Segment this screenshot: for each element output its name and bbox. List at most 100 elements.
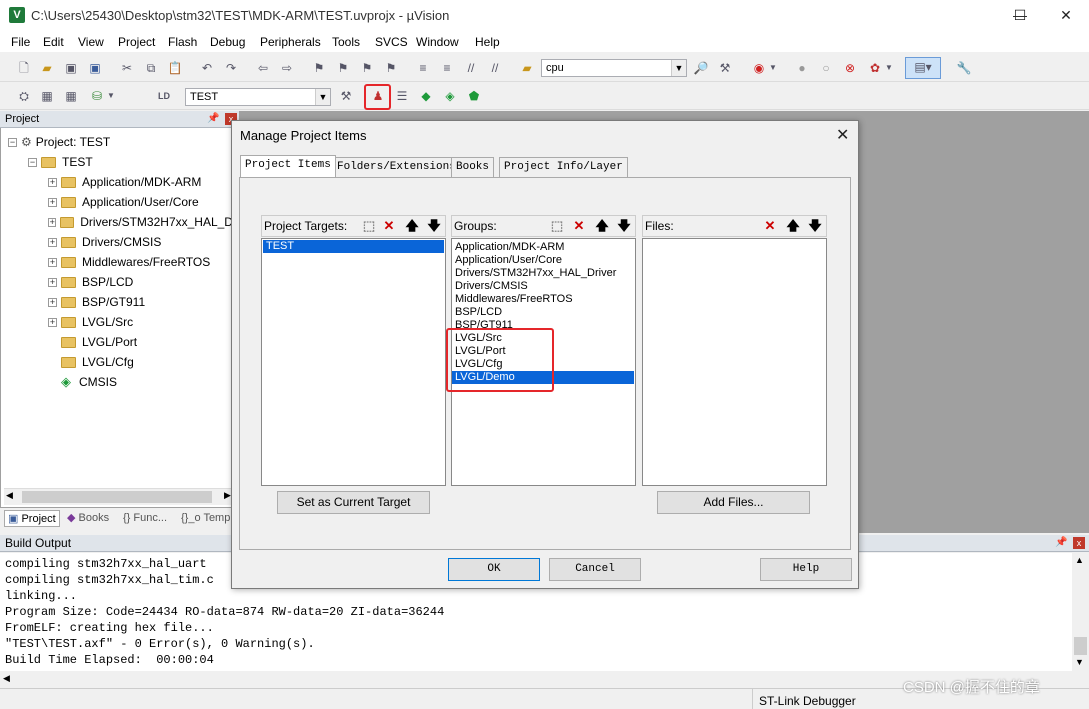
menu-svcs[interactable]: SVCS xyxy=(375,35,408,49)
tab-project-info-layer[interactable]: Project Info/Layer xyxy=(499,157,628,177)
menu-edit[interactable]: Edit xyxy=(43,35,64,49)
target-item-test[interactable]: TEST xyxy=(263,240,444,253)
expand-icon[interactable]: + xyxy=(48,317,57,327)
expand-icon[interactable]: + xyxy=(48,197,57,207)
menu-peripherals[interactable]: Peripherals xyxy=(260,35,321,49)
help-button[interactable]: Help xyxy=(760,558,852,581)
scroll-down-icon[interactable]: ▼ xyxy=(1075,657,1084,667)
dialog-close-button[interactable]: ✕ xyxy=(836,125,849,145)
delete-file-icon[interactable]: ✕ xyxy=(761,217,779,235)
run-time-env-icon[interactable]: ⬟ xyxy=(465,87,483,105)
chevron-down-icon[interactable]: ▼ xyxy=(884,59,894,77)
chevron-down-icon[interactable]: ▼ xyxy=(768,59,778,77)
menu-project[interactable]: Project xyxy=(118,35,155,49)
build-icon[interactable]: ▦ xyxy=(38,87,56,105)
tree-group[interactable]: + Drivers/CMSIS xyxy=(48,232,161,252)
cut-icon[interactable]: ✂ xyxy=(118,59,136,77)
pin-icon[interactable]: 📌 xyxy=(207,113,219,124)
scroll-left-icon[interactable]: ◀ xyxy=(3,673,10,684)
move-down-icon[interactable]: 🡇 xyxy=(806,217,824,235)
indent-icon[interactable]: ≡ xyxy=(414,59,432,77)
wrench-icon[interactable]: 🔧 xyxy=(955,59,973,77)
expand-icon[interactable]: + xyxy=(48,297,57,307)
bookmark-icon[interactable]: ⚑ xyxy=(310,59,328,77)
scroll-left-icon[interactable]: ◀ xyxy=(6,490,13,501)
breakpoint-kill-icon[interactable]: ⊗ xyxy=(841,59,859,77)
download-icon[interactable]: LD xyxy=(155,87,173,105)
tree-group[interactable]: + Application/MDK-ARM xyxy=(48,172,201,192)
ok-button[interactable]: OK xyxy=(448,558,540,581)
target-combo[interactable]: TEST ▼ xyxy=(185,88,331,106)
tree-group[interactable]: + BSP/LCD xyxy=(48,272,133,292)
tab-functions[interactable]: {} Func... xyxy=(120,510,170,527)
close-icon[interactable]: x xyxy=(1073,537,1085,549)
tree-group[interactable]: + Application/User/Core xyxy=(48,192,199,212)
save-icon[interactable]: ▣ xyxy=(62,59,80,77)
delete-group-icon[interactable]: ✕ xyxy=(570,217,588,235)
tab-project-items[interactable]: Project Items xyxy=(240,155,336,177)
expand-icon[interactable]: + xyxy=(48,257,57,267)
targets-list[interactable]: TEST xyxy=(261,238,446,486)
window-layout-icon[interactable]: ▤▾ xyxy=(905,57,941,79)
bookmark-clear-icon[interactable]: ⚑ xyxy=(382,59,400,77)
close-window-button[interactable]: ✕ xyxy=(1043,0,1089,31)
breakpoint-icon[interactable]: ● xyxy=(793,59,811,77)
chevron-down-icon[interactable]: ▼ xyxy=(106,87,116,105)
uncomment-icon[interactable]: // xyxy=(486,59,504,77)
incremental-find-icon[interactable]: ⚒ xyxy=(716,59,734,77)
group-item[interactable]: Drivers/STM32H7xx_HAL_Driver xyxy=(452,267,635,280)
menu-window[interactable]: Window xyxy=(416,35,459,49)
minimize-button-2[interactable] xyxy=(951,0,997,31)
move-up-icon[interactable]: 🡅 xyxy=(593,217,611,235)
find-in-files-icon[interactable]: ▰ xyxy=(518,59,536,77)
expand-icon[interactable]: + xyxy=(48,237,57,247)
redo-icon[interactable]: ↷ xyxy=(222,59,240,77)
breakpoint-disable-icon[interactable]: ○ xyxy=(817,59,835,77)
undo-icon[interactable]: ↶ xyxy=(198,59,216,77)
move-up-icon[interactable]: 🡅 xyxy=(403,217,421,235)
maximize-button[interactable]: ☐ xyxy=(997,0,1043,31)
save-all-icon[interactable]: ▣ xyxy=(86,59,104,77)
batch-build-icon[interactable]: ⛁ xyxy=(88,87,106,105)
menu-tools[interactable]: Tools xyxy=(332,35,360,49)
tree-group[interactable]: + Middlewares/FreeRTOS xyxy=(48,252,210,272)
stack-icon[interactable]: ☰ xyxy=(393,87,411,105)
menu-flash[interactable]: Flash xyxy=(168,35,197,49)
nav-back-icon[interactable]: ⇦ xyxy=(254,59,272,77)
manage-project-items-icon[interactable]: ♟ xyxy=(369,87,387,105)
target-options-icon[interactable]: ⚒ xyxy=(337,87,355,105)
unindent-icon[interactable]: ≡ xyxy=(438,59,456,77)
cancel-button[interactable]: Cancel xyxy=(549,558,641,581)
group-item[interactable]: Application/MDK-ARM xyxy=(452,241,635,254)
menu-view[interactable]: View xyxy=(78,35,104,49)
expand-icon[interactable]: + xyxy=(48,177,57,187)
move-down-icon[interactable]: 🡇 xyxy=(615,217,633,235)
expand-icon[interactable]: + xyxy=(48,277,57,287)
menu-help[interactable]: Help xyxy=(475,35,500,49)
bookmark-prev-icon[interactable]: ⚑ xyxy=(334,59,352,77)
move-up-icon[interactable]: 🡅 xyxy=(784,217,802,235)
device-combo[interactable]: cpu ▼ xyxy=(541,59,687,77)
tree-group[interactable]: LVGL/Port xyxy=(61,332,137,352)
nav-forward-icon[interactable]: ⇨ xyxy=(278,59,296,77)
set-as-current-target-button[interactable]: Set as Current Target xyxy=(277,491,430,514)
new-target-icon[interactable]: ⬚ xyxy=(360,217,378,235)
scroll-up-icon[interactable]: ▲ xyxy=(1075,555,1084,565)
new-file-icon[interactable]: 🗋 xyxy=(15,59,33,77)
scroll-right-icon[interactable]: ▶ xyxy=(224,490,231,501)
collapse-icon[interactable]: − xyxy=(28,157,37,167)
tree-group-cmsis[interactable]: ◈ CMSIS xyxy=(61,372,117,392)
translate-icon[interactable]: ⛭ xyxy=(15,87,33,105)
tree-group[interactable]: + BSP/GT911 xyxy=(48,292,145,312)
scrollbar-thumb[interactable] xyxy=(22,491,212,503)
bookmark-next-icon[interactable]: ⚑ xyxy=(358,59,376,77)
menu-file[interactable]: File xyxy=(11,35,30,49)
pin-icon[interactable]: 📌 xyxy=(1055,537,1067,548)
add-files-button[interactable]: Add Files... xyxy=(657,491,810,514)
tree-target[interactable]: − TEST xyxy=(28,152,93,172)
tree-project-root[interactable]: − ⚙ Project: TEST xyxy=(8,132,110,152)
scrollbar-thumb[interactable] xyxy=(1074,637,1087,655)
delete-target-icon[interactable]: ✕ xyxy=(380,217,398,235)
tab-project[interactable]: ▣ Project xyxy=(4,510,60,527)
paste-icon[interactable]: 📋 xyxy=(166,59,184,77)
